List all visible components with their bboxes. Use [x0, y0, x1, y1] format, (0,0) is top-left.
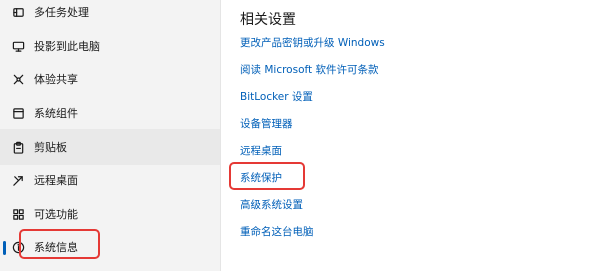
system-info-icon [11, 240, 25, 254]
sidebar-item-system-components[interactable]: 系统组件 [0, 95, 220, 131]
section-title: 相关设置 [240, 12, 296, 28]
sidebar-item-label: 多任务处理 [34, 6, 89, 19]
shared-experiences-icon [11, 72, 25, 86]
remote-desktop-icon [11, 173, 25, 187]
sidebar-item-label: 可选功能 [34, 208, 78, 221]
optional-features-icon [11, 207, 25, 221]
link-system-protection[interactable]: 系统保护 [240, 170, 282, 185]
link-rename-pc[interactable]: 重命名这台电脑 [240, 224, 314, 239]
link-microsoft-license-terms[interactable]: 阅读 Microsoft 软件许可条款 [240, 62, 378, 77]
sidebar-item-optional-features[interactable]: 可选功能 [0, 196, 220, 232]
link-bitlocker-settings[interactable]: BitLocker 设置 [240, 89, 313, 104]
settings-sidebar: 多任务处理 投影到此电脑 体验共享 系统组件 剪贴板 远程桌面 可选功能 系统信… [0, 0, 220, 271]
sidebar-item-label: 体验共享 [34, 73, 78, 86]
sidebar-item-label: 剪贴板 [34, 141, 67, 154]
sidebar-item-clipboard[interactable]: 剪贴板 [0, 129, 220, 165]
sidebar-item-remote-desktop[interactable]: 远程桌面 [0, 162, 220, 198]
multitask-icon [11, 5, 25, 19]
related-settings-pane: 相关设置 更改产品密钥或升级 Windows 阅读 Microsoft 软件许可… [221, 0, 600, 271]
clipboard-icon [11, 140, 25, 154]
link-advanced-system-settings[interactable]: 高级系统设置 [240, 197, 303, 212]
sidebar-item-project-to-pc[interactable]: 投影到此电脑 [0, 28, 220, 64]
system-components-icon [11, 106, 25, 120]
link-remote-desktop[interactable]: 远程桌面 [240, 143, 282, 158]
project-to-pc-icon [11, 39, 25, 53]
selection-indicator [3, 241, 6, 255]
link-change-product-key[interactable]: 更改产品密钥或升级 Windows [240, 35, 385, 50]
sidebar-item-label: 投影到此电脑 [34, 40, 100, 53]
sidebar-item-label: 系统组件 [34, 107, 78, 120]
sidebar-item-label: 系统信息 [34, 241, 78, 254]
link-device-manager[interactable]: 设备管理器 [240, 116, 293, 131]
sidebar-item-label: 远程桌面 [34, 174, 78, 187]
sidebar-item-shared-experiences[interactable]: 体验共享 [0, 61, 220, 97]
sidebar-item-multitasking[interactable]: 多任务处理 [0, 0, 220, 30]
sidebar-item-system-info[interactable]: 系统信息 [0, 229, 220, 265]
